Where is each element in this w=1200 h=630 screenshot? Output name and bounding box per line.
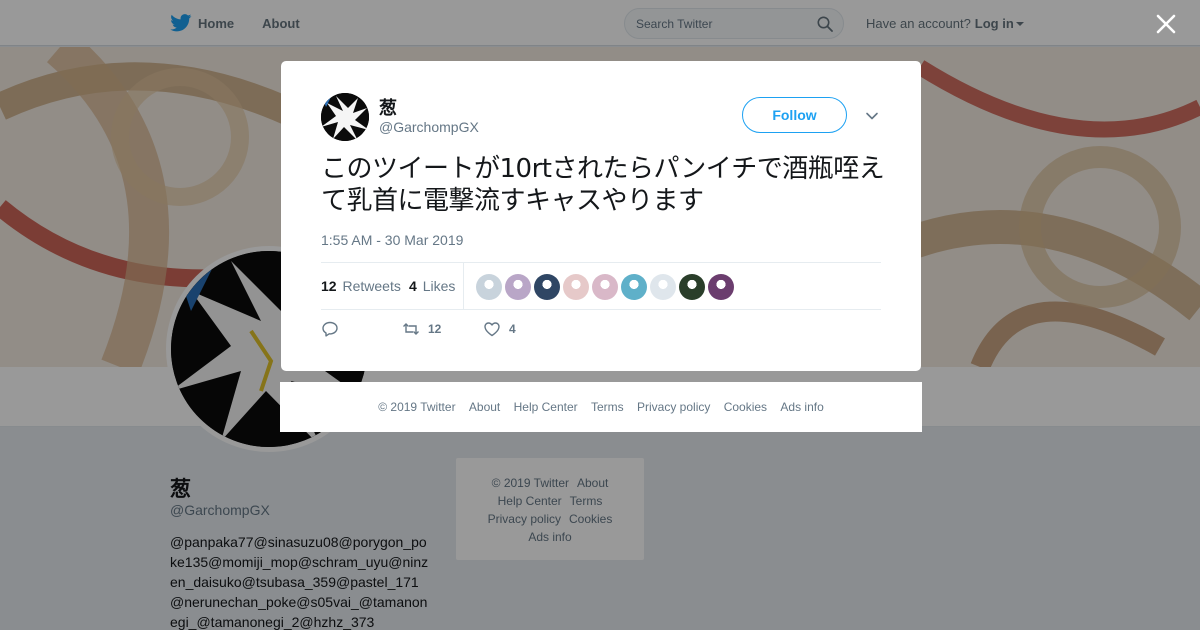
liker-avatar[interactable] — [505, 274, 531, 300]
retweet-action[interactable]: 12 — [402, 320, 441, 338]
tweet-actions: 12 4 — [321, 320, 721, 344]
chevron-down-icon[interactable] — [865, 109, 879, 123]
retweets-count: 12 — [321, 278, 337, 294]
tweet-timestamp[interactable]: 1:55 AM - 30 Mar 2019 — [321, 232, 463, 248]
tweet-text: このツイートが10rtされたらパンイチで酒瓶咥えて乳首に電撃流すキャスやります — [321, 154, 885, 216]
liker-avatar[interactable] — [621, 274, 647, 300]
retweets-label: Retweets — [342, 278, 401, 294]
liker-avatar[interactable] — [476, 274, 502, 300]
close-icon[interactable] — [1154, 12, 1178, 36]
follow-button[interactable]: Follow — [742, 97, 847, 133]
tweet-author-name[interactable]: 葱 — [379, 94, 397, 120]
footer-about-link[interactable]: About — [469, 400, 500, 414]
likes-stat[interactable]: 4 Likes — [409, 278, 455, 294]
retweet-count: 12 — [428, 322, 442, 336]
tweet-author-handle[interactable]: @GarchompGX — [379, 119, 479, 135]
stats-divider — [463, 263, 464, 310]
liker-avatar[interactable] — [592, 274, 618, 300]
retweet-icon — [403, 323, 419, 335]
liker-avatar[interactable] — [534, 274, 560, 300]
footer-terms-link[interactable]: Terms — [591, 400, 624, 414]
likes-count: 4 — [409, 278, 417, 294]
tweet-stats: 12 Retweets 4 Likes — [321, 262, 881, 310]
liker-avatar[interactable] — [563, 274, 589, 300]
footer-copyright: © 2019 Twitter — [378, 400, 456, 414]
heart-icon — [484, 322, 500, 337]
footer-privacy-link[interactable]: Privacy policy — [637, 400, 710, 414]
reply-icon — [322, 321, 338, 337]
modal-footer: © 2019 Twitter About Help Center Terms P… — [280, 382, 922, 432]
tweet-modal: 葱 @GarchompGX Follow このツイートが10rtされたらパンイチ… — [281, 61, 921, 371]
footer-help-center-link[interactable]: Help Center — [514, 400, 578, 414]
liker-avatar[interactable] — [650, 274, 676, 300]
liker-avatars — [476, 274, 737, 300]
liker-avatar[interactable] — [708, 274, 734, 300]
like-action[interactable]: 4 — [483, 320, 516, 338]
like-count: 4 — [509, 322, 516, 336]
reply-action[interactable] — [321, 320, 347, 338]
liker-avatar[interactable] — [679, 274, 705, 300]
retweets-stat[interactable]: 12 Retweets — [321, 278, 401, 294]
likes-label: Likes — [422, 278, 456, 294]
tweet-avatar-art — [321, 93, 369, 141]
footer-ads-info-link[interactable]: Ads info — [780, 400, 823, 414]
tweet-author-avatar[interactable] — [321, 93, 369, 141]
footer-cookies-link[interactable]: Cookies — [724, 400, 767, 414]
